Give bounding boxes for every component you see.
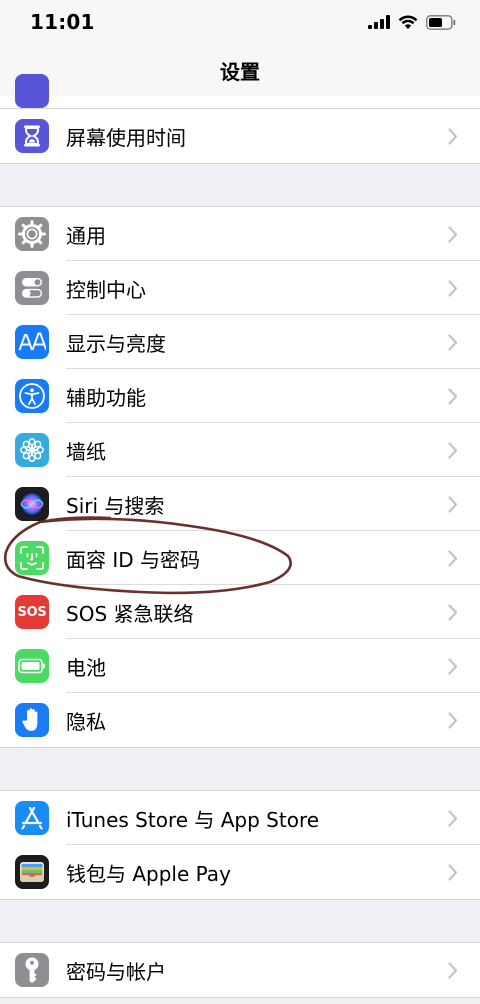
settings-row-label: 密码与帐户 bbox=[66, 959, 166, 984]
settings-row-label: 辅助功能 bbox=[66, 385, 146, 410]
settings-row-face-id-passcode[interactable]: 面容 ID 与密码 bbox=[0, 531, 480, 585]
settings-row-label: 显示与亮度 bbox=[66, 331, 166, 356]
chevron-right-icon bbox=[440, 383, 466, 409]
status-bar: 11:01 bbox=[0, 0, 480, 44]
status-time: 11:01 bbox=[30, 10, 95, 34]
settings-row-label: 隐私 bbox=[66, 709, 106, 734]
settings-row-label: iTunes Store 与 App Store bbox=[66, 807, 320, 832]
settings-row-wallet-apple-pay[interactable]: 钱包与 Apple Pay bbox=[0, 845, 480, 899]
page-title: 设置 bbox=[220, 59, 260, 84]
toggles-icon bbox=[15, 271, 49, 305]
app-store-icon bbox=[15, 801, 49, 835]
settings-group-screen-time: 屏幕使用时间 bbox=[0, 109, 480, 164]
battery-status-icon bbox=[426, 14, 456, 30]
settings-row-wallpaper[interactable]: 墙纸 bbox=[0, 423, 480, 477]
settings-row-label: 控制中心 bbox=[66, 277, 146, 302]
settings-row-label: 通用 bbox=[66, 223, 106, 248]
key-icon bbox=[15, 953, 49, 987]
partially-visible-row bbox=[0, 74, 480, 109]
settings-row-itunes-app-store[interactable]: iTunes Store 与 App Store bbox=[0, 791, 480, 845]
navigation-bar: 设置 bbox=[0, 44, 480, 97]
status-icons bbox=[368, 12, 456, 32]
wifi-icon bbox=[398, 14, 418, 29]
settings-row-display-brightness[interactable]: 显示与亮度 bbox=[0, 315, 480, 369]
flower-icon bbox=[15, 433, 49, 467]
chevron-right-icon bbox=[440, 707, 466, 733]
wallet-icon bbox=[15, 855, 49, 889]
settings-group-general: 通用 控制中心 显示与亮度 辅助功能 墙纸 Siri 与搜索 面容 ID 与密码… bbox=[0, 206, 480, 748]
chevron-right-icon bbox=[440, 599, 466, 625]
chevron-right-icon bbox=[440, 275, 466, 301]
chevron-right-icon bbox=[440, 859, 466, 885]
settings-row-passwords-accounts[interactable]: 密码与帐户 bbox=[0, 943, 480, 997]
settings-row-label: 屏幕使用时间 bbox=[66, 125, 186, 150]
settings-row-label: 面容 ID 与密码 bbox=[66, 547, 201, 572]
chevron-right-icon bbox=[440, 329, 466, 355]
sos-icon: SOS bbox=[15, 595, 49, 629]
settings-group-stores: iTunes Store 与 App Store 钱包与 Apple Pay bbox=[0, 790, 480, 900]
partial-row-icon bbox=[15, 74, 49, 108]
settings-row-screen-time[interactable]: 屏幕使用时间 bbox=[0, 109, 480, 163]
chevron-right-icon bbox=[440, 221, 466, 247]
settings-row-label: 墙纸 bbox=[66, 439, 106, 464]
settings-list: 屏幕使用时间 通用 控制中心 显示与亮度 辅助功能 墙纸 Siri 与搜索 面容… bbox=[0, 74, 480, 998]
chevron-right-icon bbox=[440, 545, 466, 571]
chevron-right-icon bbox=[440, 653, 466, 679]
settings-row-label: Siri 与搜索 bbox=[66, 493, 165, 518]
settings-group-accounts: 密码与帐户 bbox=[0, 942, 480, 998]
aa-icon bbox=[15, 325, 49, 359]
settings-screen: 11:01 设置 屏幕使用时间 通用 控制中心 显示与亮度 辅助功能 墙纸 Si… bbox=[0, 0, 480, 1004]
settings-row-label: 钱包与 Apple Pay bbox=[66, 861, 231, 886]
settings-row-emergency-sos[interactable]: SOS SOS 紧急联络 bbox=[0, 585, 480, 639]
chevron-right-icon bbox=[440, 123, 466, 149]
signal-icon bbox=[368, 15, 390, 29]
settings-row-battery[interactable]: 电池 bbox=[0, 639, 480, 693]
settings-row-privacy[interactable]: 隐私 bbox=[0, 693, 480, 747]
settings-row-control-center[interactable]: 控制中心 bbox=[0, 261, 480, 315]
settings-row-siri-search[interactable]: Siri 与搜索 bbox=[0, 477, 480, 531]
sos-icon-text: SOS bbox=[17, 604, 47, 620]
face-id-icon bbox=[15, 541, 49, 575]
settings-row-label: 电池 bbox=[66, 655, 106, 680]
chevron-right-icon bbox=[440, 957, 466, 983]
settings-row-label: SOS 紧急联络 bbox=[66, 601, 194, 626]
settings-row-general[interactable]: 通用 bbox=[0, 207, 480, 261]
chevron-right-icon bbox=[440, 805, 466, 831]
siri-icon bbox=[15, 487, 49, 521]
accessibility-icon bbox=[15, 379, 49, 413]
chevron-right-icon bbox=[440, 491, 466, 517]
settings-row-accessibility[interactable]: 辅助功能 bbox=[0, 369, 480, 423]
battery-icon bbox=[15, 649, 49, 683]
hand-icon bbox=[15, 703, 49, 737]
gear-icon bbox=[15, 217, 49, 251]
hourglass-icon bbox=[15, 119, 49, 153]
chevron-right-icon bbox=[440, 437, 466, 463]
